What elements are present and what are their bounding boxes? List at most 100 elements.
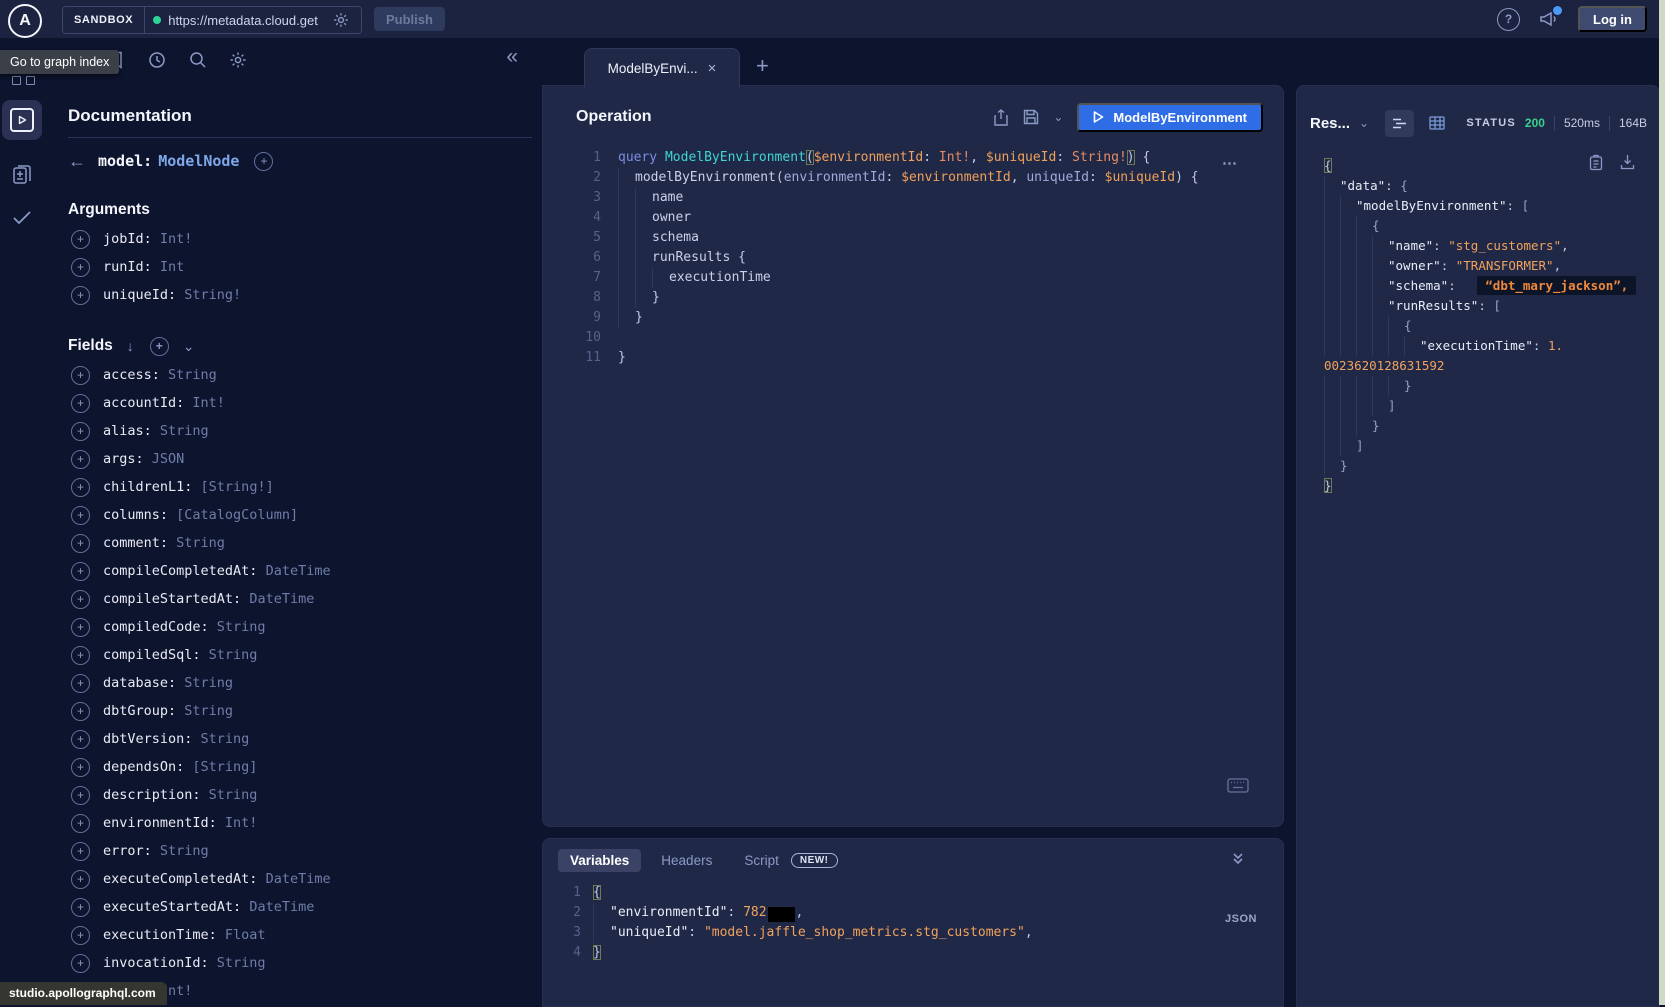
response-body[interactable]: {"data": {"modelByEnvironment": [{"name"… (1324, 156, 1651, 496)
add-field-button[interactable]: + (71, 618, 90, 637)
share-icon[interactable] (993, 109, 1009, 126)
checks-nav-item[interactable] (0, 210, 44, 226)
tab-headers[interactable]: Headers (649, 849, 724, 872)
schema-nav-item[interactable] (0, 163, 44, 187)
announcements-megaphone-icon[interactable] (1538, 8, 1560, 30)
search-icon[interactable] (189, 51, 207, 74)
collapse-variables-icon[interactable] (1231, 851, 1245, 870)
sort-fields-icon[interactable]: ↓ (127, 338, 134, 354)
history-clock-icon[interactable] (148, 51, 166, 74)
field-row[interactable]: +dependsOn: [String] (68, 753, 532, 781)
field-row[interactable]: +columns: [CatalogColumn] (68, 501, 532, 529)
add-field-button[interactable]: + (71, 870, 90, 889)
back-arrow-icon[interactable]: ← (68, 152, 86, 170)
indent-guide (1340, 336, 1356, 356)
field-row[interactable]: +invocationId: String (68, 949, 532, 977)
explorer-nav-item[interactable] (2, 100, 42, 140)
code-token: "schema" (1388, 278, 1448, 293)
new-tab-button[interactable]: + (756, 55, 769, 77)
login-button[interactable]: Log in (1578, 6, 1647, 32)
add-field-button[interactable]: + (71, 478, 90, 497)
add-field-button[interactable]: + (71, 230, 90, 249)
field-row[interactable]: +executeCompletedAt: DateTime (68, 865, 532, 893)
notification-dot (1553, 6, 1562, 15)
apollo-logo[interactable]: A (8, 4, 42, 38)
publish-button[interactable]: Publish (374, 7, 445, 31)
field-row[interactable]: +uniqueId: String! (68, 281, 532, 309)
field-row[interactable]: +environmentId: Int! (68, 809, 532, 837)
field-row[interactable]: +database: String (68, 669, 532, 697)
field-row[interactable]: +compiledSql: String (68, 641, 532, 669)
add-field-button[interactable]: + (71, 926, 90, 945)
tab-variables[interactable]: Variables (558, 849, 641, 872)
close-tab-icon[interactable]: × (708, 61, 717, 76)
field-row[interactable]: +alias: String (68, 417, 532, 445)
save-options-chevron-icon[interactable]: ⌄ (1053, 110, 1063, 124)
indent-guide (1356, 396, 1372, 416)
fields-options-chevron-icon[interactable]: ⌄ (183, 338, 195, 355)
add-field-button[interactable]: + (71, 646, 90, 665)
table-view-toggle[interactable] (1422, 110, 1451, 137)
add-field-button[interactable]: + (71, 286, 90, 305)
add-field-button[interactable]: + (71, 450, 90, 469)
add-field-button[interactable]: + (71, 506, 90, 525)
add-field-button[interactable]: + (71, 898, 90, 917)
raw-view-toggle[interactable] (1385, 110, 1414, 137)
operation-panel: Operation ⌄ ModelByEnvironment 1query Mo… (542, 85, 1284, 827)
field-row[interactable]: +executionTime: Float (68, 921, 532, 949)
add-field-button[interactable]: + (71, 562, 90, 581)
code-token: "runResults" (1388, 298, 1478, 313)
add-field-button[interactable]: + (71, 422, 90, 441)
field-row[interactable]: +compileStartedAt: DateTime (68, 585, 532, 613)
keyboard-shortcuts-icon[interactable] (1227, 778, 1249, 798)
field-row[interactable]: +compileCompletedAt: DateTime (68, 557, 532, 585)
endpoint-url-box[interactable]: https://metadata.cloud.get (145, 7, 361, 33)
sandbox-badge[interactable]: SANDBOX (63, 7, 145, 33)
field-row[interactable]: +accountId: Int! (68, 389, 532, 417)
endpoint-url[interactable]: https://metadata.cloud.get (168, 13, 326, 28)
variables-editor[interactable]: 1{2"environmentId": 782,3"uniqueId": "mo… (543, 883, 1275, 963)
add-field-button[interactable]: + (71, 534, 90, 553)
query-editor[interactable]: 1query ModelByEnvironment($environmentId… (543, 148, 1275, 368)
field-row[interactable]: +dbtGroup: String (68, 697, 532, 725)
field-row[interactable]: +jobId: Int! (68, 225, 532, 253)
add-field-button[interactable]: + (71, 394, 90, 413)
endpoint-settings-gear-icon[interactable] (333, 12, 349, 28)
code-line: ] (1324, 436, 1651, 456)
graph-index-icon[interactable] (12, 76, 35, 85)
add-field-button[interactable]: + (71, 366, 90, 385)
field-row[interactable]: +runId: Int (68, 253, 532, 281)
field-row[interactable]: +executeStartedAt: DateTime (68, 893, 532, 921)
settings-gear-icon[interactable] (229, 51, 247, 74)
add-field-button[interactable]: + (71, 590, 90, 609)
field-row[interactable]: +args: JSON (68, 445, 532, 473)
add-field-button[interactable]: + (71, 702, 90, 721)
save-icon[interactable] (1023, 109, 1039, 125)
response-title[interactable]: Res... (1310, 115, 1350, 132)
field-row[interactable]: +error: String (68, 837, 532, 865)
field-row[interactable]: +dbtVersion: String (68, 725, 532, 753)
help-icon[interactable]: ? (1497, 8, 1520, 31)
tab-script[interactable]: Script (732, 849, 783, 872)
add-field-button[interactable]: + (71, 758, 90, 777)
add-field-button[interactable]: + (71, 814, 90, 833)
field-row[interactable]: +compiledCode: String (68, 613, 532, 641)
collapse-panel-icon[interactable]: « (506, 46, 518, 67)
add-type-button[interactable]: + (254, 152, 273, 171)
breadcrumb-type-link[interactable]: ModelNode (158, 152, 239, 170)
add-field-button[interactable]: + (71, 786, 90, 805)
add-field-button[interactable]: + (71, 258, 90, 277)
field-row[interactable]: +childrenL1: [String!] (68, 473, 532, 501)
add-field-button[interactable]: + (71, 674, 90, 693)
add-field-button[interactable]: + (71, 842, 90, 861)
operation-tab[interactable]: ModelByEnvi... × (584, 48, 740, 87)
add-all-fields-button[interactable]: + (150, 337, 169, 356)
add-field-button[interactable]: + (71, 954, 90, 973)
field-row[interactable]: +access: String (68, 361, 532, 389)
run-operation-button[interactable]: ModelByEnvironment (1077, 103, 1263, 132)
editor-overflow-menu[interactable]: ⋯ (1222, 154, 1239, 172)
field-row[interactable]: +comment: String (68, 529, 532, 557)
response-dropdown-chevron-icon[interactable]: ⌄ (1359, 116, 1369, 130)
field-row[interactable]: +description: String (68, 781, 532, 809)
add-field-button[interactable]: + (71, 730, 90, 749)
